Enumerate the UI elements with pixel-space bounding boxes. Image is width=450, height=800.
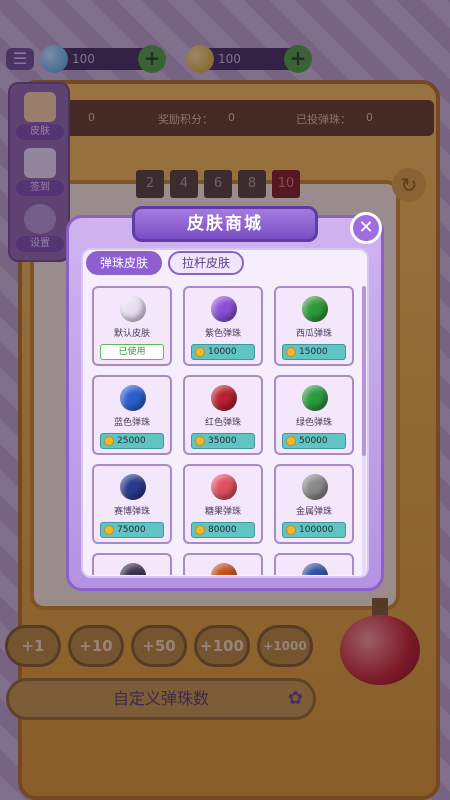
tab-ball-skins[interactable]: 弹珠皮肤 xyxy=(86,251,162,275)
marble-icon xyxy=(120,385,146,411)
price-value: 50000 xyxy=(299,436,328,446)
skin-card[interactable]: 绿色弹珠 50000 xyxy=(274,375,354,455)
tab-lever-skins[interactable]: 拉杆皮肤 xyxy=(168,251,244,275)
skin-name: 默认皮肤 xyxy=(113,329,150,339)
skin-card-partial[interactable] xyxy=(183,553,263,575)
buy-price-button[interactable]: 15000 xyxy=(282,344,346,360)
skin-name: 绿色弹珠 xyxy=(295,418,332,428)
marble-icon xyxy=(211,563,237,575)
skin-grid: 默认皮肤 已使用 紫色弹珠 10000 西瓜弹珠 15000 蓝色弹珠 25000 红色弹珠 35… xyxy=(92,286,358,575)
skin-card[interactable]: 金属弹珠 100000 xyxy=(274,464,354,544)
marble-icon xyxy=(211,296,237,322)
skin-name: 红色弹珠 xyxy=(204,418,241,428)
buy-price-button[interactable]: 10000 xyxy=(191,344,255,360)
skin-name: 蓝色弹珠 xyxy=(113,418,150,428)
skin-card[interactable]: 默认皮肤 已使用 xyxy=(92,286,172,366)
buy-price-button[interactable]: 50000 xyxy=(282,433,346,449)
skin-name: 赛博弹珠 xyxy=(113,507,150,517)
skin-card[interactable]: 赛博弹珠 75000 xyxy=(92,464,172,544)
skin-card[interactable]: 紫色弹珠 10000 xyxy=(183,286,263,366)
marble-icon xyxy=(302,563,328,575)
coin-icon xyxy=(195,525,205,535)
in-use-badge: 已使用 xyxy=(100,344,164,360)
price-value: 10000 xyxy=(208,347,237,357)
buy-price-button[interactable]: 80000 xyxy=(191,522,255,538)
coin-icon xyxy=(104,525,114,535)
price-value: 75000 xyxy=(117,525,146,535)
skin-card[interactable]: 糖果弹珠 80000 xyxy=(183,464,263,544)
skin-card[interactable]: 西瓜弹珠 15000 xyxy=(274,286,354,366)
coin-icon xyxy=(195,347,205,357)
coin-icon xyxy=(286,525,296,535)
coin-icon xyxy=(104,436,114,446)
marble-icon xyxy=(302,474,328,500)
skin-name: 糖果弹珠 xyxy=(204,507,241,517)
marble-icon xyxy=(211,385,237,411)
buy-price-button[interactable]: 25000 xyxy=(100,433,164,449)
marble-icon xyxy=(211,474,237,500)
price-value: 100000 xyxy=(299,525,334,535)
price-value: 15000 xyxy=(299,347,328,357)
marble-icon xyxy=(120,296,146,322)
skin-card-partial[interactable] xyxy=(92,553,172,575)
marble-icon xyxy=(120,563,146,575)
skin-card[interactable]: 蓝色弹珠 25000 xyxy=(92,375,172,455)
skin-card[interactable]: 红色弹珠 35000 xyxy=(183,375,263,455)
skin-name: 西瓜弹珠 xyxy=(295,329,332,339)
marble-icon xyxy=(302,296,328,322)
marble-icon xyxy=(302,385,328,411)
skin-card-partial[interactable] xyxy=(274,553,354,575)
close-button[interactable]: ✕ xyxy=(350,212,382,244)
coin-icon xyxy=(195,436,205,446)
price-value: 35000 xyxy=(208,436,237,446)
buy-price-button[interactable]: 100000 xyxy=(282,522,346,538)
buy-price-button[interactable]: 35000 xyxy=(191,433,255,449)
buy-price-button[interactable]: 75000 xyxy=(100,522,164,538)
coin-icon xyxy=(286,347,296,357)
price-value: 80000 xyxy=(208,525,237,535)
skin-name: 紫色弹珠 xyxy=(204,329,241,339)
scrollbar-thumb[interactable] xyxy=(362,286,366,456)
marble-icon xyxy=(120,474,146,500)
modal-title: 皮肤商城 xyxy=(132,206,318,242)
coin-icon xyxy=(286,436,296,446)
skin-name: 金属弹珠 xyxy=(295,507,332,517)
price-value: 25000 xyxy=(117,436,146,446)
